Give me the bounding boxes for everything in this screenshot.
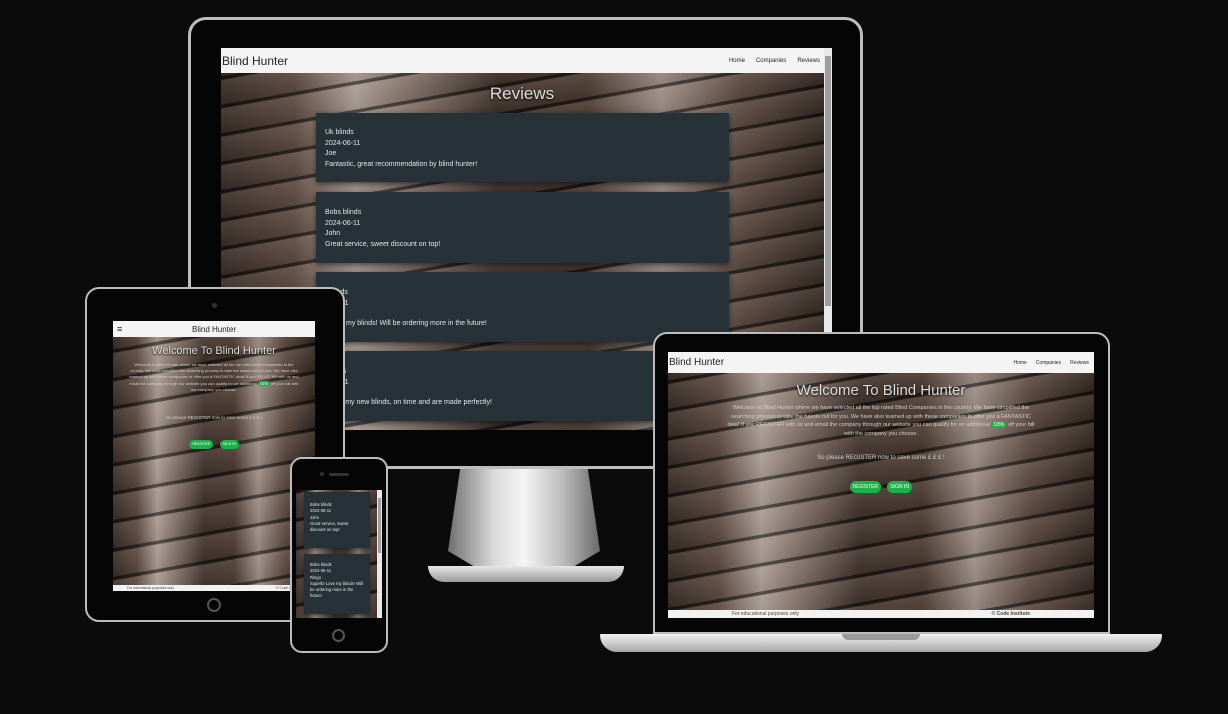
tablet-home-button[interactable]: [207, 598, 221, 612]
monitor-navbar: Blind Hunter Home Companies Reviews: [221, 48, 832, 73]
nav-reviews[interactable]: Reviews: [797, 58, 820, 64]
review-card: Bobs blinds 2024-06-11 John Great servic…: [316, 192, 729, 263]
nav-companies[interactable]: Companies: [756, 58, 786, 64]
site-footer: For educational purposes only © Code Ins…: [668, 610, 1094, 618]
laptop-navbar: Blind Hunter Home Companies Reviews: [668, 352, 1094, 373]
page-title: Welcome To Blind Hunter: [796, 382, 966, 399]
review-card: Bobs blinds 2024-06-11 John Great servic…: [304, 492, 370, 548]
tablet-navbar: ≡ Blind Hunter: [113, 321, 315, 337]
laptop-screen: Blind Hunter Home Companies Reviews Welc…: [668, 352, 1094, 618]
phone-camera: [320, 472, 324, 476]
review-company: Uk blinds: [325, 129, 354, 136]
phone-scrollbar[interactable]: [377, 490, 382, 618]
page-title: Welcome To Blind Hunter: [152, 345, 276, 357]
nav-companies[interactable]: Companies: [1036, 360, 1061, 366]
tablet-camera: [212, 303, 217, 308]
phone-home-button[interactable]: [332, 629, 345, 642]
page-title: Reviews: [489, 84, 555, 103]
monitor-base: [428, 566, 624, 582]
laptop-notch: [842, 634, 920, 640]
review-text: ! Love my blinds! Will be ordering more …: [325, 320, 487, 327]
review-card: Bobs blinds 2024-06-11 Ringo Superb! Lov…: [304, 554, 370, 614]
monitor-scrollbar-thumb[interactable]: [825, 56, 831, 306]
sign-in-button[interactable]: SIGN IN: [887, 481, 913, 493]
nav-reviews[interactable]: Reviews: [1070, 360, 1089, 366]
review-date: 6-11: [325, 299, 720, 310]
site-brand[interactable]: Blind Hunter: [113, 325, 315, 334]
phone-screen: Bobs blinds 2024-06-11 John Great servic…: [296, 490, 382, 618]
review-company: Bobs blinds: [325, 209, 362, 216]
site-brand[interactable]: Blind Hunter: [222, 54, 288, 68]
review-author: John: [325, 230, 341, 237]
register-button[interactable]: REGISTER: [189, 440, 214, 449]
discount-badge: 10%: [257, 380, 270, 386]
discount-badge: 10%: [991, 422, 1007, 429]
footer-disclaimer: For educational purposes only: [127, 586, 174, 590]
cta-text: So please REGISTER now to save some £ £ …: [166, 415, 262, 420]
intro-text: Welcome to Blind Hunter where we have se…: [129, 362, 299, 392]
review-text: Superb! Love my blinds! Will be ordering…: [310, 580, 363, 599]
review-author: Joe: [325, 150, 337, 157]
review-card: Uk blinds 2024-06-11 Joe Fantastic, grea…: [316, 113, 729, 182]
monitor-stand: [448, 469, 600, 569]
tablet-screen: ≡ Blind Hunter Welcome To Blind Hunter W…: [113, 321, 315, 591]
review-date: 2024-06-11: [325, 139, 361, 147]
footer-copyright: © Code Institute: [991, 611, 1030, 617]
site-footer: For educational purposes only © Code Ins…: [113, 585, 315, 591]
phone-scrollbar-thumb[interactable]: [378, 498, 381, 553]
footer-disclaimer: For educational purposes only: [732, 611, 799, 617]
register-button[interactable]: REGISTER: [849, 481, 881, 493]
cta-text: So please REGISTER now to save some £ £ …: [817, 455, 945, 461]
review-text: Fantastic, great recommendation by blind…: [325, 160, 478, 168]
intro-text: Welcome to Blind Hunter where we have se…: [727, 405, 1035, 437]
review-date: 2024-06-11: [325, 219, 361, 227]
sign-in-button[interactable]: SIGN IN: [219, 440, 239, 449]
nav-home[interactable]: Home: [729, 58, 745, 64]
review-author: [325, 309, 720, 319]
review-text: Great service, sweet discount on top!: [325, 240, 441, 248]
phone-speaker: [329, 473, 349, 476]
review-text: Great service, sweet discount on top!: [310, 520, 349, 533]
nav-home[interactable]: Home: [1013, 360, 1026, 366]
review-company: inds: [325, 288, 720, 299]
site-brand[interactable]: Blind Hunter: [669, 357, 724, 368]
